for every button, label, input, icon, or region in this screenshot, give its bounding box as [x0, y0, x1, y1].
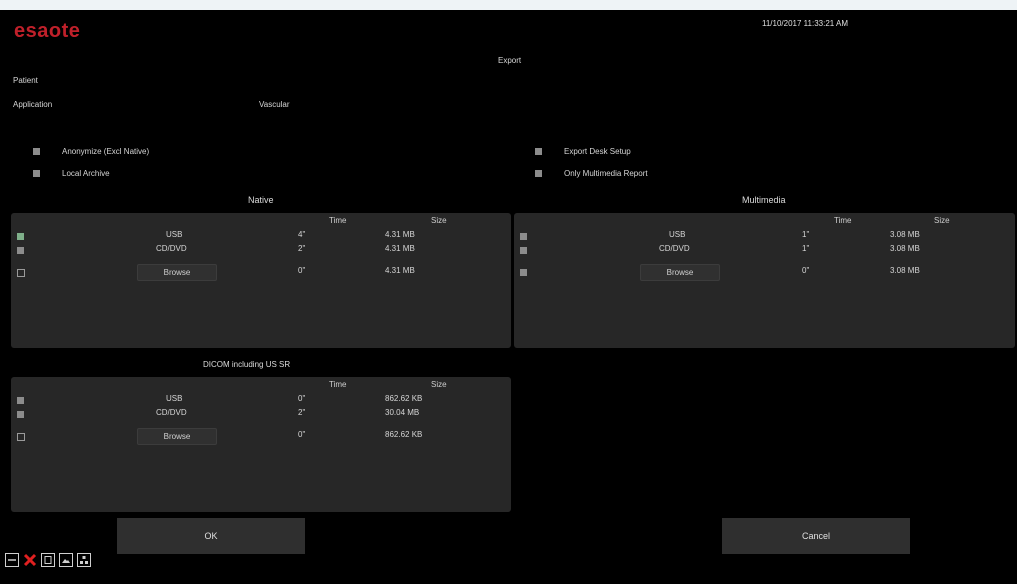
- multimedia-browse-button[interactable]: Browse: [640, 264, 720, 281]
- multimedia-usb-size: 3.08 MB: [890, 230, 920, 239]
- dicom-section-title: DICOM including US SR: [203, 360, 291, 369]
- multimedia-row-browse: Browse 0" 3.08 MB: [514, 264, 1015, 281]
- native-usb-dest: USB: [166, 230, 183, 239]
- multimedia-panel: Time Size USB 1" 3.08 MB CD/DVD 1" 3.08 …: [514, 213, 1015, 348]
- native-cddvd-size: 4.31 MB: [385, 244, 415, 253]
- minimize-icon[interactable]: [5, 553, 19, 567]
- dicom-browse-checkbox[interactable]: [17, 433, 25, 441]
- native-browse-time: 0": [298, 266, 306, 275]
- export-desk-setup-checkbox[interactable]: [535, 148, 542, 155]
- application-label: Application: [13, 100, 53, 109]
- image-icon[interactable]: [59, 553, 73, 567]
- only-multimedia-report-checkbox[interactable]: [535, 170, 542, 177]
- local-archive-checkbox[interactable]: [33, 170, 40, 177]
- dicom-usb-time: 0": [298, 394, 306, 403]
- datetime: 11/10/2017 11:33:21 AM: [762, 19, 848, 28]
- export-desk-setup-label: Export Desk Setup: [564, 147, 631, 156]
- multimedia-row-usb: USB 1" 3.08 MB: [514, 230, 1015, 244]
- document-icon[interactable]: [41, 553, 55, 567]
- native-usb-size: 4.31 MB: [385, 230, 415, 239]
- multimedia-time-header: Time: [834, 216, 852, 225]
- native-browse-size: 4.31 MB: [385, 266, 415, 275]
- multimedia-browse-time: 0": [802, 266, 810, 275]
- anonymize-checkbox[interactable]: [33, 148, 40, 155]
- multimedia-section-title: Multimedia: [742, 195, 786, 205]
- ok-button[interactable]: OK: [117, 518, 305, 554]
- multimedia-cddvd-checkbox[interactable]: [520, 247, 527, 254]
- dicom-usb-dest: USB: [166, 394, 183, 403]
- local-archive-label: Local Archive: [62, 169, 110, 178]
- dicom-browse-size: 862.62 KB: [385, 430, 423, 439]
- multimedia-cddvd-dest: CD/DVD: [659, 244, 690, 253]
- dicom-row-usb: USB 0" 862.62 KB: [11, 394, 511, 408]
- native-row-cddvd: CD/DVD 2" 4.31 MB: [11, 244, 511, 258]
- dicom-panel: Time Size USB 0" 862.62 KB CD/DVD 2" 30.…: [11, 377, 511, 512]
- multimedia-row-cddvd: CD/DVD 1" 3.08 MB: [514, 244, 1015, 258]
- dicom-usb-size: 862.62 KB: [385, 394, 423, 403]
- native-cddvd-dest: CD/DVD: [156, 244, 187, 253]
- multimedia-usb-checkbox[interactable]: [520, 233, 527, 240]
- local-archive-option[interactable]: Local Archive: [33, 169, 110, 178]
- dicom-usb-checkbox[interactable]: [17, 397, 24, 404]
- native-usb-time: 4": [298, 230, 306, 239]
- native-cddvd-checkbox[interactable]: [17, 247, 24, 254]
- multimedia-cddvd-time: 1": [802, 244, 810, 253]
- dicom-cddvd-dest: CD/DVD: [156, 408, 187, 417]
- native-browse-checkbox[interactable]: [17, 269, 25, 277]
- dicom-row-cddvd: CD/DVD 2" 30.04 MB: [11, 408, 511, 422]
- application-value: Vascular: [259, 100, 290, 109]
- native-row-browse: Browse 0" 4.31 MB: [11, 264, 511, 281]
- multimedia-size-header: Size: [934, 216, 950, 225]
- multimedia-usb-time: 1": [802, 230, 810, 239]
- native-section-title: Native: [248, 195, 274, 205]
- dicom-browse-button[interactable]: Browse: [137, 428, 217, 445]
- multimedia-browse-checkbox[interactable]: [520, 269, 527, 276]
- anonymize-option[interactable]: Anonymize (Excl Native): [33, 147, 149, 156]
- anonymize-label: Anonymize (Excl Native): [62, 147, 150, 156]
- cancel-button[interactable]: Cancel: [722, 518, 910, 554]
- only-multimedia-report-label: Only Multimedia Report: [564, 169, 648, 178]
- only-multimedia-report-option[interactable]: Only Multimedia Report: [535, 169, 648, 178]
- esaote-logo: esaote: [14, 20, 81, 42]
- export-desk-setup-option[interactable]: Export Desk Setup: [535, 147, 631, 156]
- dicom-size-header: Size: [431, 380, 447, 389]
- native-time-header: Time: [329, 216, 347, 225]
- bottom-toolbar: [5, 553, 91, 567]
- native-cddvd-time: 2": [298, 244, 306, 253]
- dicom-cddvd-time: 2": [298, 408, 306, 417]
- page-title: Export: [498, 56, 522, 65]
- dicom-cddvd-checkbox[interactable]: [17, 411, 24, 418]
- multimedia-usb-dest: USB: [669, 230, 686, 239]
- native-usb-checkbox[interactable]: [17, 233, 24, 240]
- export-screen: esaote 11/10/2017 11:33:21 AM Export Pat…: [0, 10, 1017, 584]
- network-icon[interactable]: [77, 553, 91, 567]
- native-browse-button[interactable]: Browse: [137, 264, 217, 281]
- close-icon[interactable]: [23, 553, 37, 567]
- dicom-time-header: Time: [329, 380, 347, 389]
- dicom-browse-time: 0": [298, 430, 306, 439]
- multimedia-browse-size: 3.08 MB: [890, 266, 920, 275]
- native-panel: Time Size USB 4" 4.31 MB CD/DVD 2" 4.31 …: [11, 213, 511, 348]
- dicom-cddvd-size: 30.04 MB: [385, 408, 420, 417]
- native-size-header: Size: [431, 216, 447, 225]
- dicom-row-browse: Browse 0" 862.62 KB: [11, 428, 511, 445]
- multimedia-cddvd-size: 3.08 MB: [890, 244, 920, 253]
- native-row-usb: USB 4" 4.31 MB: [11, 230, 511, 244]
- patient-label: Patient: [13, 76, 38, 85]
